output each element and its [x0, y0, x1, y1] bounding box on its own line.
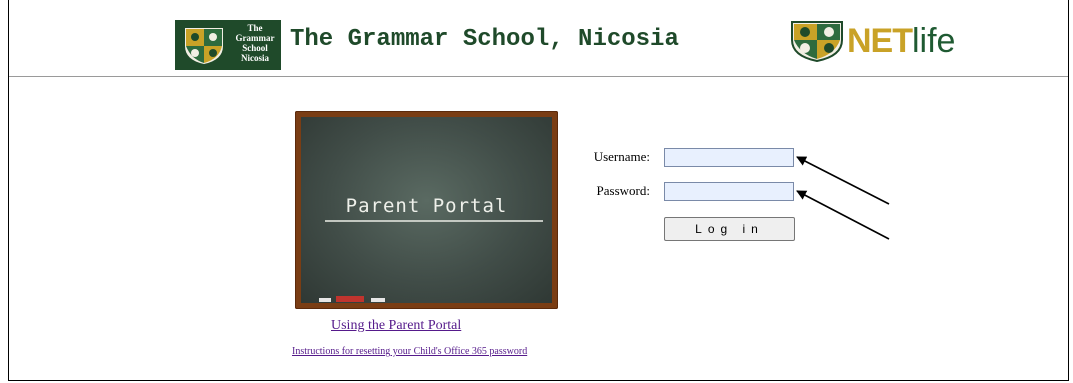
logo-line: Grammar — [235, 33, 275, 43]
header: The Grammar School Nicosia The Grammar S… — [0, 0, 1073, 76]
username-input[interactable] — [664, 148, 794, 167]
chalk-piece — [319, 298, 331, 302]
logo-line: The — [247, 23, 263, 33]
header-divider — [9, 76, 1068, 77]
chalk-piece — [371, 298, 385, 302]
eraser — [336, 296, 364, 302]
netlife-brand: NETlife — [847, 20, 955, 62]
logo-text: The Grammar School Nicosia — [233, 23, 277, 63]
password-label: Password: — [596, 183, 650, 198]
netlife-crest-icon — [791, 21, 843, 62]
password-input[interactable] — [664, 182, 794, 201]
using-parent-portal-link[interactable]: Using the Parent Portal — [331, 318, 461, 334]
chalkboard-title: Parent Portal — [345, 195, 508, 217]
username-label: Username: — [593, 149, 650, 164]
login-button[interactable]: Log in — [664, 217, 795, 241]
school-logo: The Grammar School Nicosia — [175, 20, 281, 70]
logo-line: Nicosia — [241, 53, 269, 63]
brand-life: life — [912, 22, 956, 60]
reset-password-instructions-link[interactable]: Instructions for resetting your Child's … — [292, 346, 527, 357]
site-title: The Grammar School, Nicosia — [290, 26, 679, 53]
brand-net: NET — [847, 22, 913, 60]
chalk-underline — [325, 220, 543, 222]
parent-portal-chalkboard: Parent Portal — [295, 111, 558, 309]
logo-line: School — [242, 43, 268, 53]
chalkboard-surface: Parent Portal — [301, 117, 552, 303]
crest-icon — [179, 24, 229, 66]
